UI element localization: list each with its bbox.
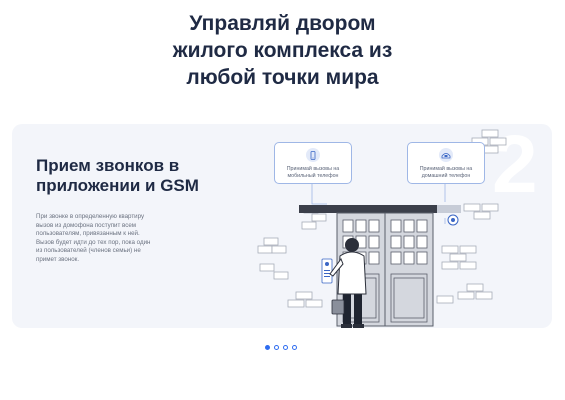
bubble-text-line: мобильный телефон — [287, 173, 339, 179]
home-phone-icon — [439, 148, 453, 162]
carousel-dot-1[interactable] — [265, 345, 270, 350]
bubble-text-line: Принимай вызовы на — [419, 166, 473, 172]
page-headline: Управляй двором жилого комплекса из любо… — [0, 10, 565, 91]
headline-line-1: Управляй двором — [189, 12, 376, 35]
headline-line-2: жилого комплекса из — [172, 39, 393, 62]
bubble-text-line: домашний телефон — [421, 173, 471, 179]
mobile-phone-icon — [306, 148, 320, 162]
carousel-dot-2[interactable] — [274, 345, 279, 350]
carousel-dot-4[interactable] — [292, 345, 297, 350]
home-call-bubble: Принимай вызовы на домашний телефон — [407, 142, 485, 184]
gate-beam — [299, 205, 437, 213]
carousel-pagination — [265, 345, 297, 350]
headline-line-3: любой точки мира — [186, 66, 379, 89]
feature-slide-card: 2 Прием звонков в приложении и GSM При з… — [12, 124, 552, 328]
mobile-call-bubble: Принимай вызовы на мобильный телефон — [274, 142, 352, 184]
bubble-text-line: Принимай вызовы на — [286, 166, 340, 172]
carousel-dot-3[interactable] — [283, 345, 288, 350]
